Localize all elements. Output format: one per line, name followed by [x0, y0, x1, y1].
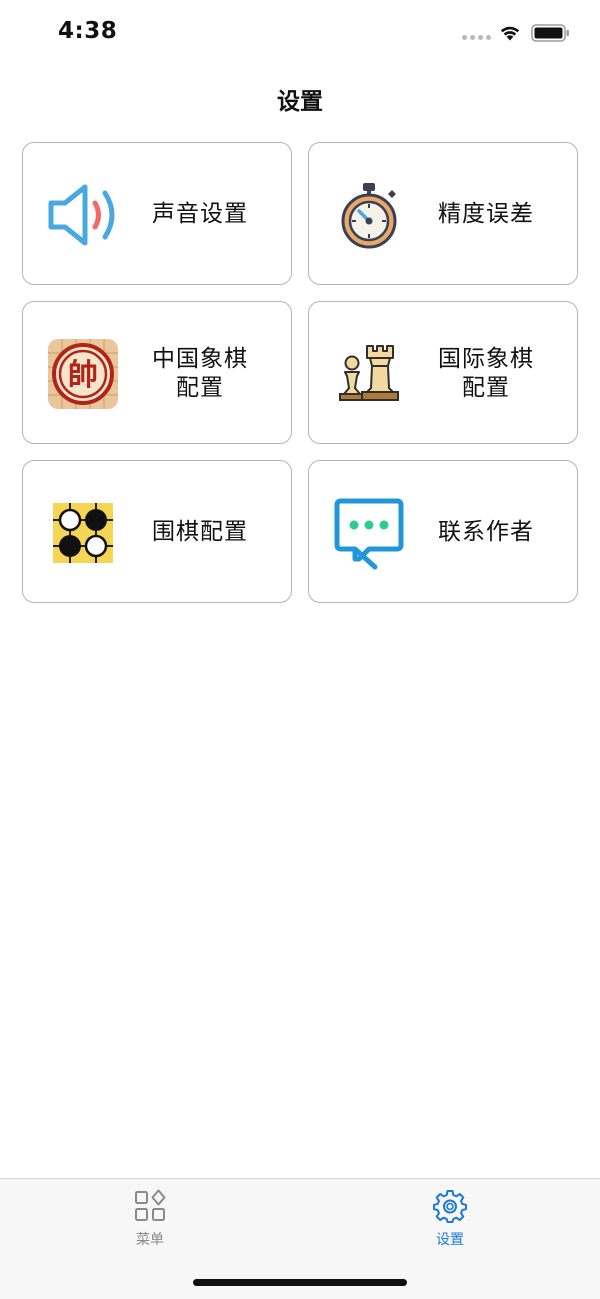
chat-bubble-icon [331, 495, 407, 571]
contact-author-card[interactable]: 联系作者 [308, 460, 578, 603]
xiangqi-piece-icon: 帥 [45, 336, 121, 412]
go-config-card[interactable]: 围棋配置 [22, 460, 292, 603]
card-label-line: 声音设置 [152, 201, 248, 227]
card-label-line: 配置 [176, 374, 224, 401]
tab-menu[interactable]: 菜单 [90, 1189, 210, 1251]
tab-menu-label: 菜单 [136, 1232, 164, 1248]
status-time: 4:38 [58, 18, 118, 44]
card-label-line: 配置 [462, 374, 510, 401]
chess-pieces-icon [331, 336, 407, 412]
card-label: 国际象棋 配置 [421, 302, 551, 445]
battery-icon [531, 24, 569, 42]
card-label-line: 联系作者 [438, 519, 534, 545]
xiangqi-config-card[interactable]: 帥 中国象棋 配置 [22, 301, 292, 444]
card-label: 声音设置 [135, 143, 265, 286]
chess-config-card[interactable]: 国际象棋 配置 [308, 301, 578, 444]
card-label-line: 围棋配置 [152, 519, 248, 545]
go-board-icon [45, 495, 121, 571]
card-label: 围棋配置 [135, 461, 265, 604]
tab-settings[interactable]: 设置 [390, 1189, 510, 1251]
card-label: 中国象棋 配置 [135, 302, 265, 445]
cellular-signal-icon [462, 35, 491, 40]
grid-menu-icon [135, 1189, 166, 1221]
tab-settings-label: 设置 [436, 1232, 464, 1248]
precision-error-card[interactable]: 精度误差 [308, 142, 578, 285]
card-label: 联系作者 [421, 461, 551, 604]
status-bar: 4:38 [0, 0, 600, 60]
stopwatch-icon [331, 177, 407, 253]
card-label-line: 国际象棋 [438, 345, 534, 372]
home-indicator [193, 1279, 407, 1286]
speaker-icon [45, 177, 121, 253]
card-label-line: 精度误差 [438, 201, 534, 227]
sound-settings-card[interactable]: 声音设置 [22, 142, 292, 285]
card-label-line: 中国象棋 [152, 345, 248, 372]
page-title: 设置 [277, 89, 323, 115]
card-label: 精度误差 [421, 143, 551, 286]
gear-icon [433, 1190, 467, 1223]
xiangqi-piece-text: 帥 [68, 358, 98, 393]
settings-grid: 声音设置 精度误差 帥 中国象棋 配置 国际象棋 配置 围棋配置 联系作者 [22, 142, 578, 603]
wifi-icon [500, 26, 520, 41]
